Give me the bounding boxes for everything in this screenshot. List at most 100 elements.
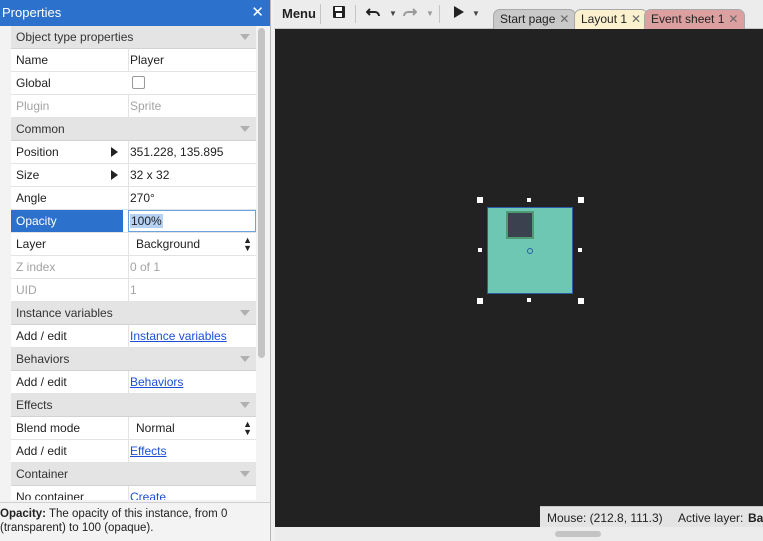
tab-label: Layout 1 (581, 12, 628, 26)
properties-panel: Properties ✕ Object type properties Name P… (0, 0, 271, 541)
property-row-add-edit[interactable]: Add / edit Behaviors (11, 371, 256, 394)
play-dropdown-icon[interactable]: ▼ (472, 4, 480, 24)
section-object-type-properties[interactable]: Object type properties (11, 26, 256, 49)
section-common[interactable]: Common (11, 118, 256, 141)
section-behaviors[interactable]: Behaviors (11, 348, 256, 371)
resize-handle[interactable] (527, 298, 531, 302)
section-label: Instance variables (16, 306, 113, 320)
section-label: Effects (16, 398, 53, 412)
property-value: Effects (128, 440, 256, 462)
property-name: Add / edit (16, 444, 67, 458)
property-name: Blend mode (16, 421, 81, 435)
property-row-angle[interactable]: Angle 270° (11, 187, 256, 210)
property-help-text: Opacity: The opacity of this instance, f… (0, 502, 270, 541)
tab-start-page[interactable]: Start page ✕ (493, 9, 577, 29)
collapse-icon[interactable] (240, 471, 250, 477)
property-row-blend-mode[interactable]: Blend mode Normal ▲ ▼ (11, 417, 256, 440)
scrollbar-thumb[interactable] (555, 531, 601, 537)
resize-handle[interactable] (527, 198, 531, 202)
property-name: Plugin (16, 99, 50, 113)
redo-icon[interactable] (402, 4, 418, 24)
section-label: Container (16, 467, 69, 481)
property-value[interactable]: Player (128, 49, 256, 71)
property-row-add-edit[interactable]: Add / edit Instance variables (11, 325, 256, 348)
property-value: 0 of 1 (128, 256, 256, 278)
section-container[interactable]: Container (11, 463, 256, 486)
redo-dropdown-icon[interactable]: ▼ (426, 4, 434, 24)
property-name: UID (16, 283, 37, 297)
undo-icon[interactable] (365, 4, 381, 24)
section-label: Common (16, 122, 65, 136)
property-value: 1 (128, 279, 256, 301)
close-icon[interactable]: ✕ (559, 12, 569, 26)
property-row-name[interactable]: Name Player (11, 49, 256, 72)
collapse-icon[interactable] (240, 34, 250, 40)
active-layer-value: Ba (748, 511, 763, 525)
opacity-input[interactable]: 100% (128, 210, 256, 232)
active-layer-label: Active layer: (678, 511, 744, 525)
property-row-add-edit[interactable]: Add / edit Effects (11, 440, 256, 463)
instance-variables-link[interactable]: Instance variables (130, 329, 227, 343)
property-name: Size (16, 168, 40, 182)
property-name: Z index (16, 260, 56, 274)
property-value[interactable]: 270° (128, 187, 256, 209)
toolbar-separator (439, 5, 440, 23)
resize-handle[interactable] (478, 248, 482, 252)
property-value[interactable]: 32 x 32 (128, 164, 256, 186)
menu-button[interactable]: Menu (278, 4, 321, 24)
property-row-no-container[interactable]: No container Create (11, 486, 256, 500)
tab-label: Event sheet 1 (651, 12, 725, 26)
property-row-uid: UID 1 (11, 279, 256, 302)
canvas-horizontal-scrollbar[interactable] (275, 527, 763, 541)
property-row-plugin: Plugin Sprite (11, 95, 256, 118)
resize-handle[interactable] (477, 197, 483, 203)
property-row-global[interactable]: Global (11, 72, 256, 95)
property-row-layer[interactable]: Layer Background ▲ ▼ (11, 233, 256, 256)
behaviors-link[interactable]: Behaviors (130, 375, 183, 389)
global-checkbox[interactable] (132, 76, 145, 89)
layer-select[interactable]: Background ▲ ▼ (128, 233, 256, 255)
create-link[interactable]: Create (130, 490, 166, 500)
help-title: Opacity: (0, 508, 47, 520)
collapse-icon[interactable] (240, 126, 250, 132)
origin-point (527, 248, 533, 254)
property-value[interactable]: 351.228, 135.895 (128, 141, 256, 163)
properties-panel-title: Properties (2, 5, 62, 20)
toolbar-separator (355, 5, 356, 23)
collapse-icon[interactable] (240, 356, 250, 362)
property-name: Add / edit (16, 375, 67, 389)
undo-dropdown-icon[interactable]: ▼ (389, 4, 397, 24)
property-value: Instance variables (128, 325, 256, 347)
close-icon[interactable]: ✕ (631, 12, 641, 26)
section-effects[interactable]: Effects (11, 394, 256, 417)
close-icon[interactable]: ✕ (728, 12, 738, 26)
close-icon[interactable]: ✕ (251, 0, 264, 26)
blend-mode-select[interactable]: Normal ▲ ▼ (128, 417, 256, 439)
select-arrows-icon: ▲ ▼ (243, 235, 252, 253)
resize-handle[interactable] (578, 298, 584, 304)
expand-arrow-icon[interactable] (111, 170, 118, 180)
collapse-icon[interactable] (240, 310, 250, 316)
play-icon[interactable] (453, 4, 465, 24)
tab-event-sheet-1[interactable]: Event sheet 1 ✕ (644, 9, 746, 29)
property-name: Opacity (11, 210, 123, 232)
property-row-position[interactable]: Position 351.228, 135.895 (11, 141, 256, 164)
property-row-size[interactable]: Size 32 x 32 (11, 164, 256, 187)
property-name: Name (16, 53, 49, 67)
property-name: Add / edit (16, 329, 67, 343)
effects-link[interactable]: Effects (130, 444, 166, 458)
resize-handle[interactable] (578, 197, 584, 203)
property-row-opacity[interactable]: Opacity 100% (11, 210, 256, 233)
save-icon[interactable] (332, 4, 346, 24)
collapse-icon[interactable] (240, 402, 250, 408)
properties-scrollbar[interactable] (258, 28, 265, 358)
select-value: Background (136, 237, 201, 251)
resize-handle[interactable] (578, 248, 582, 252)
tab-layout-1[interactable]: Layout 1 ✕ (574, 9, 649, 30)
expand-arrow-icon[interactable] (111, 147, 118, 157)
mouse-position: Mouse: (212.8, 111.3) (547, 511, 663, 525)
property-name: Layer (16, 237, 47, 251)
resize-handle[interactable] (477, 298, 483, 304)
section-instance-variables[interactable]: Instance variables (11, 302, 256, 325)
select-value: Normal (136, 421, 175, 435)
